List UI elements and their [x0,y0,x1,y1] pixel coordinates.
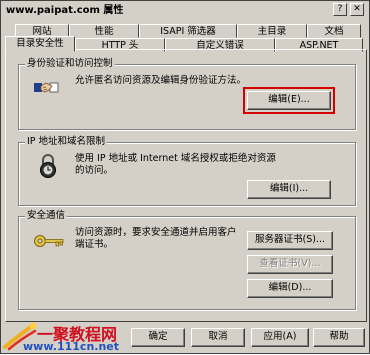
tab-panel: 身份验证和访问控制 允许匿名访问资源及编辑身份验证方法。 编辑(E)... IP… [5,49,367,322]
cancel-button[interactable]: 取消 [191,328,245,347]
watermark-url: www.111cn.net [23,340,120,353]
site-watermark: 一聚教程网 www.111cn.net [1,319,141,355]
server-cert-button[interactable]: 服务器证书(S)... [247,231,333,250]
tab-performance[interactable]: 性能 [69,24,139,38]
secure-comm-group: 安全通信 访问资源时，要求安全通道并启用客户端证书。 服务器证书(S)... 查… [18,210,356,310]
highlight-box [243,87,335,114]
close-title-button[interactable]: ✕ [350,3,364,16]
ip-domain-group: IP 地址和域名限制 使用 IP 地址或 Internet 域名授权或拒绝对资源… [18,136,356,206]
auth-access-group: 身份验证和访问控制 允许匿名访问资源及编辑身份验证方法。 编辑(E)... [18,58,356,130]
ip-description: 使用 IP 地址或 Internet 域名授权或拒绝对资源的访问。 [75,153,276,176]
help-title-button[interactable]: ? [333,3,347,16]
view-cert-button[interactable]: 查看证书(V)... [247,255,333,274]
tab-home-directory[interactable]: 主目录 [237,24,307,38]
help-button[interactable]: 帮助 [313,328,365,347]
tab-isapi-filters[interactable]: ISAPI 筛选器 [139,24,237,38]
lock-icon [40,154,56,178]
window-title: www.paipat.com 属性 [2,2,368,20]
tab-directory-security[interactable]: 目录安全性 [5,36,75,52]
secure-group-title: 安全通信 [25,210,68,222]
properties-dialog: www.paipat.com 属性 ? ✕ 网站 性能 ISAPI 筛选器 主目… [0,0,370,354]
apply-button[interactable]: 应用(A) [251,328,309,347]
auth-group-title: 身份验证和访问控制 [25,58,115,70]
ip-group-title: IP 地址和域名限制 [25,136,108,148]
edit-secure-button[interactable]: 编辑(D)... [247,279,333,298]
handshake-icon [34,82,59,93]
key-icon [34,235,64,247]
auth-description: 允许匿名访问资源及编辑身份验证方法。 [75,75,247,86]
tab-documents[interactable]: 文档 [307,24,361,38]
secure-description: 访问资源时，要求安全通道并启用客户端证书。 [75,227,237,250]
edit-ip-button[interactable]: 编辑(I)... [247,180,331,199]
